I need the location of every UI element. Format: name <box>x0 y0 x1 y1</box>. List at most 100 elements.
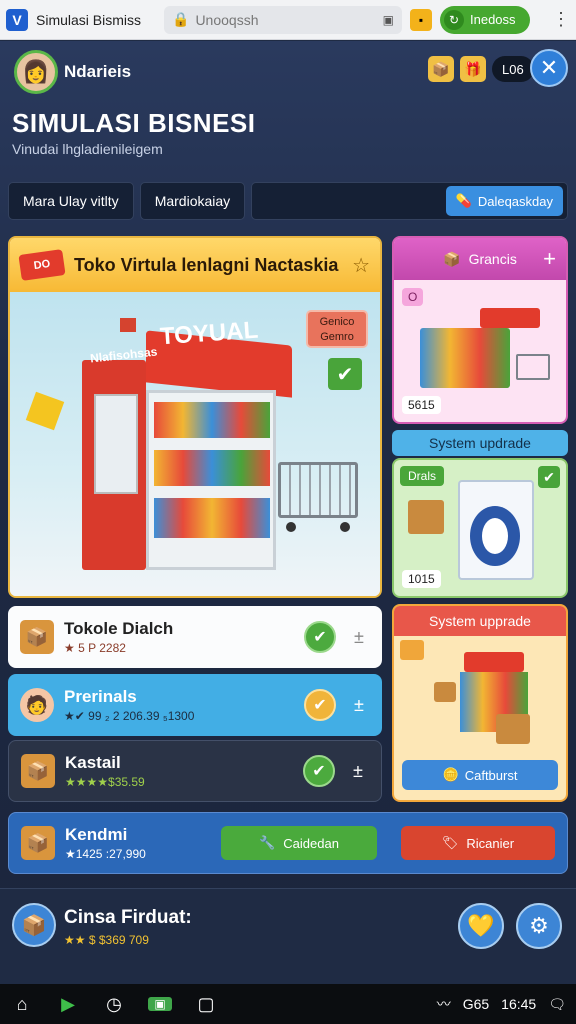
item-name: Prerinals <box>64 687 137 706</box>
address-bar[interactable]: 🔒 Unooqssh ▣ <box>164 5 402 34</box>
address-text: Unooqssh <box>195 11 259 28</box>
cereal-box-illustration <box>458 480 534 580</box>
tag-icon <box>400 640 424 660</box>
item-meta: ★★★★$35.59 <box>65 775 145 789</box>
caftburst-label: Caftburst <box>464 767 518 783</box>
header-resources: 📦 🎁 L06 <box>428 56 534 82</box>
store-title: Toko Virtula lenlagni Nactaskia <box>74 254 339 275</box>
home-icon[interactable]: ⌂ <box>10 994 34 1015</box>
browser-action-button[interactable]: ↻ Inedoss <box>440 5 530 34</box>
box-icon: 📦 <box>443 250 461 267</box>
item-meta: ★ 5 P 2282 <box>64 641 126 655</box>
gear-icon[interactable]: ⚙ <box>516 903 562 949</box>
plus-icon[interactable]: + <box>543 246 556 272</box>
item-meta: ★1425 :27,990 <box>65 847 146 861</box>
system-upgrade-header: System upprade <box>394 606 566 636</box>
grancis-title: Grancis <box>468 251 517 267</box>
divider-icon[interactable]: ± <box>347 761 369 782</box>
item-name: Tokole Dialch <box>64 619 174 638</box>
list-item[interactable]: 📦 Kastail ★★★★$35.59 ✔ ± <box>8 740 382 802</box>
close-button[interactable]: ✕ <box>530 49 568 87</box>
browser-bar: V Simulasi Bismiss 🔒 Unooqssh ▣ ▪ ↻ Ined… <box>0 0 576 40</box>
star-icon[interactable]: ☆ <box>352 253 370 278</box>
status-text: G65 <box>462 996 490 1012</box>
avatar[interactable]: 👩 <box>14 50 58 94</box>
gift-icon[interactable]: 🎁 <box>460 56 486 82</box>
caidedan-label: Caidedan <box>283 835 339 851</box>
bookmark-icon[interactable]: ▣ <box>383 13 394 27</box>
tab-action-label: Daleqaskday <box>477 193 553 209</box>
lock-icon: 🔒 <box>172 11 190 27</box>
item-meta: ★✔ 99 ₂ 2 206.39 ₅1300 <box>64 709 195 723</box>
shopping-cart-icon <box>278 462 358 518</box>
wifi-icon: 〰 <box>436 996 451 1012</box>
box-icon: 📦 <box>21 754 55 788</box>
browser-tab-title[interactable]: Simulasi Bismiss <box>36 12 156 28</box>
ricanier-button[interactable]: 🏷 Ricanier <box>401 826 555 860</box>
store-tag[interactable]: Genico Gemro <box>306 310 368 348</box>
divider-icon[interactable]: ± <box>348 627 370 648</box>
yellow-cube-icon <box>25 391 65 431</box>
check-icon[interactable]: ✔ <box>304 689 336 721</box>
grancis-card[interactable]: 📦 Grancis + O 5615 <box>392 236 568 424</box>
tab-filler: 💊 Daleqaskday <box>251 182 568 220</box>
browser-logo-icon: V <box>6 8 28 31</box>
system-upgrade-card[interactable]: System upprade 🪙 Caftburst <box>392 604 568 802</box>
check-icon[interactable]: ✔ <box>538 466 560 488</box>
system-taskbar: ⌂ ▶ ◷ ▣ ▢ 〰 G65 16:45 🗨 <box>0 984 576 1024</box>
box-icon[interactable]: 📦 <box>12 903 56 947</box>
chat-icon[interactable]: 🗨 <box>548 996 566 1013</box>
clock: 16:45 <box>501 996 537 1012</box>
grancis-card-header: 📦 Grancis + <box>394 238 566 280</box>
caftburst-button[interactable]: 🪙 Caftburst <box>402 760 558 790</box>
username: Ndarieis <box>64 62 132 81</box>
list-item[interactable]: 🧑 Prerinals ★✔ 99 ₂ 2 206.39 ₅1300 ✔ ± <box>8 674 382 736</box>
check-icon[interactable]: ✔ <box>328 358 362 390</box>
item-name: Kastail <box>65 753 121 772</box>
tab-action-button[interactable]: 💊 Daleqaskday <box>445 186 563 216</box>
page-subtitle: Vinudai lhgladienileigem <box>12 141 163 157</box>
resource-counter: L06 <box>492 56 534 82</box>
app-icon[interactable]: ▣ <box>148 997 172 1011</box>
store-card[interactable]: DO Toko Virtula lenlagni Nactaskia ☆ Nla… <box>8 236 382 598</box>
play-icon[interactable]: ▶ <box>56 994 80 1015</box>
card2-value: 1015 <box>402 570 441 588</box>
person-icon: 🧑 <box>20 688 54 722</box>
tablet-icon[interactable]: ▢ <box>194 994 218 1015</box>
check-icon[interactable]: ✔ <box>303 755 335 787</box>
browser-menu-icon[interactable]: ⋮ <box>552 9 570 30</box>
pill-icon: 💊 <box>455 193 472 208</box>
box-icon: 📦 <box>20 620 54 654</box>
tag-icon: 🏷 <box>441 835 459 850</box>
timer-icon[interactable]: ◷ <box>102 994 126 1015</box>
cart-wheel <box>286 522 296 532</box>
system-update-button[interactable]: System updrade <box>392 430 568 456</box>
drals-label: Drals <box>400 466 445 486</box>
caidedan-button[interactable]: 🔧 Caidedan <box>221 826 377 860</box>
tab-bar: Mara Ulay vitlty Mardiokaiay 💊 Daleqaskd… <box>8 182 568 220</box>
box-icon[interactable]: 📦 <box>428 56 454 82</box>
footer-meta: ★★ $ $369 709 <box>64 933 149 947</box>
store-tag-line1: Genico <box>319 316 355 328</box>
box-icon <box>408 500 444 534</box>
flag-icon <box>120 318 136 332</box>
card1-value: 5615 <box>402 396 441 414</box>
check-icon[interactable]: ✔ <box>304 621 336 653</box>
list-item[interactable]: 📦 Tokole Dialch ★ 5 P 2282 ✔ ± <box>8 606 382 668</box>
tab-1[interactable]: Mara Ulay vitlty <box>8 182 134 220</box>
game-footer: 📦 Cinsa Firduat: ★★ $ $369 709 💛 ⚙ <box>0 888 576 984</box>
mini-shop-illustration <box>420 308 550 398</box>
card1-badge: O <box>402 288 424 306</box>
footer-title: Cinsa Firduat: <box>64 907 192 928</box>
cart-wheel <box>340 522 350 532</box>
item-name: Kendmi <box>65 825 128 844</box>
extension-icon[interactable]: ▪ <box>410 8 432 31</box>
browser-action-label: Inedoss <box>470 12 516 27</box>
drals-card[interactable]: Drals ✔ 1015 <box>392 458 568 598</box>
shop-illustration <box>434 652 534 752</box>
heart-icon[interactable]: 💛 <box>458 903 504 949</box>
tab-2[interactable]: Mardiokaiay <box>139 182 246 220</box>
list-item[interactable]: 📦 Kendmi ★1425 :27,990 🔧 Caidedan 🏷 Rica… <box>8 812 568 874</box>
refresh-icon: ↻ <box>444 9 464 30</box>
divider-icon[interactable]: ± <box>348 695 370 716</box>
